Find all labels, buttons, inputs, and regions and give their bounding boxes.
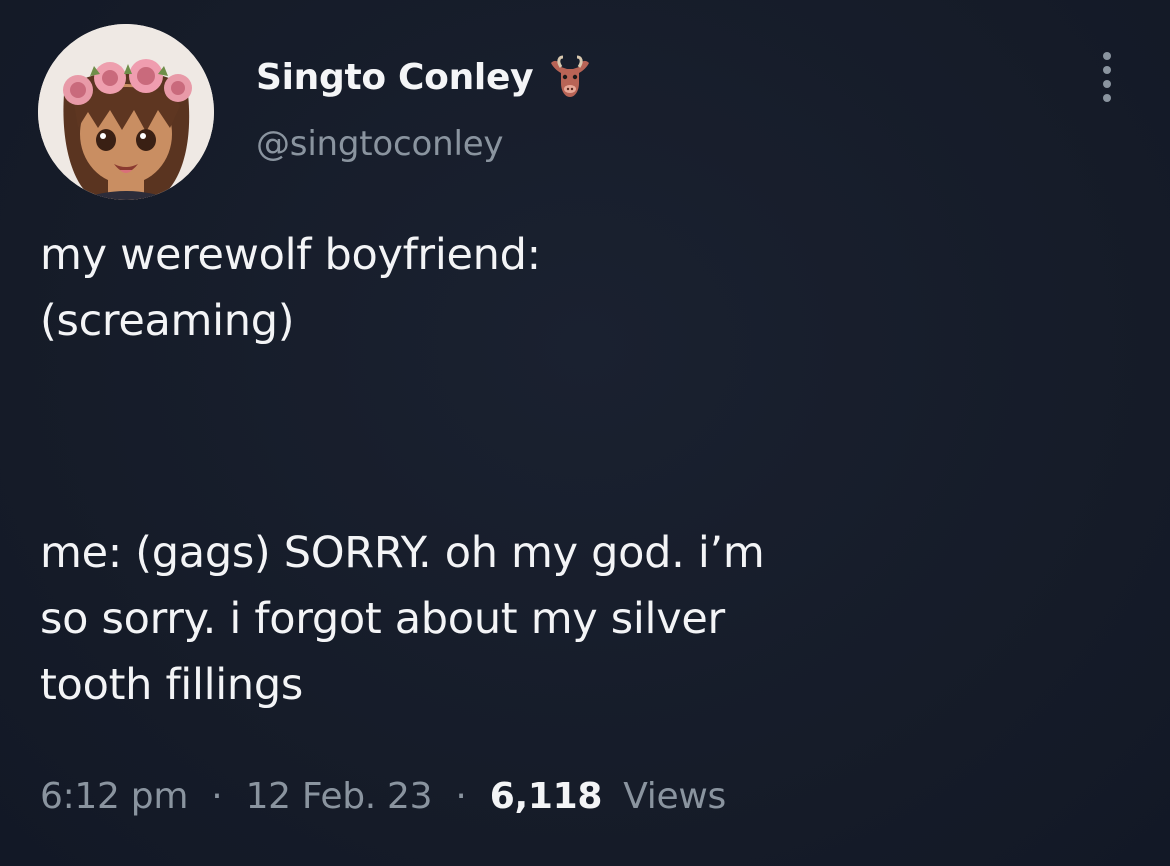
tweet-card: Singto Conley @singtoconley my werewolf … [0,0,1170,866]
tweet-text: my werewolf boyfriend: (screaming) me: (… [40,222,1140,718]
more-vertical-icon[interactable] [1092,52,1122,104]
bull-head-icon [547,55,593,99]
meta-separator: · [211,776,223,817]
author-handle[interactable]: @singtoconley [256,124,504,164]
tweet-date[interactable]: 12 Feb. 23 [246,776,433,817]
author-name-row: Singto Conley [256,52,593,102]
tweet-line: tooth fillings [40,660,303,710]
avatar-illustration [38,24,214,200]
tweet-line: my werewolf boyfriend: [40,230,541,280]
tweet-line: (screaming) [40,296,295,346]
author-display-name[interactable]: Singto Conley [256,57,534,98]
tweet-line: so sorry. i forgot about my silver [40,594,725,644]
tweet-line: me: (gags) SORRY. oh my god. i’m [40,528,765,578]
meta-separator: · [455,776,467,817]
avatar[interactable] [38,24,214,200]
views-count[interactable]: 6,118 [490,776,603,817]
tweet-paragraph-gap [40,354,1140,520]
tweet-time[interactable]: 6:12 pm [40,776,188,817]
tweet-meta: 6:12 pm · 12 Feb. 23 · 6,118 Views [40,776,726,817]
views-label: Views [623,776,726,817]
